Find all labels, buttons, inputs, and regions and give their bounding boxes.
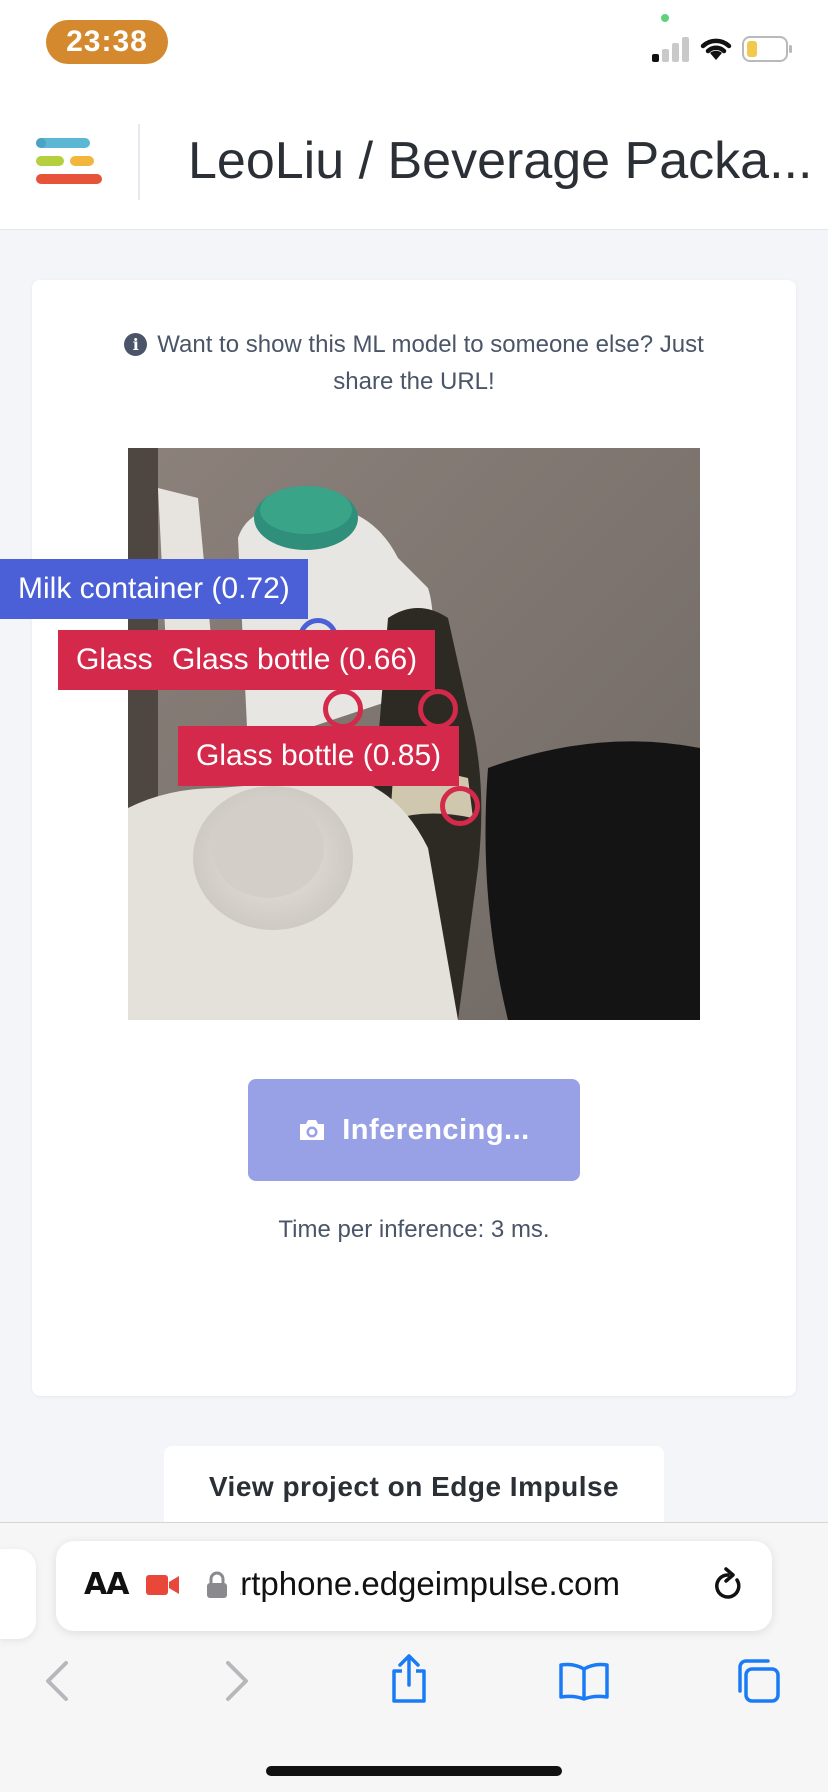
status-bar: 23:38 xyxy=(0,0,828,88)
screen-recording-icon[interactable] xyxy=(146,1574,180,1596)
privacy-indicator-dot xyxy=(661,14,669,22)
edge-impulse-menu-logo-icon[interactable] xyxy=(36,138,104,184)
detection-marker xyxy=(323,689,363,729)
battery-icon xyxy=(742,36,792,62)
page-title: LeoLiu / Beverage Packa... xyxy=(188,132,808,190)
status-time: 23:38 xyxy=(46,20,168,64)
view-project-button[interactable]: View project on Edge Impulse xyxy=(164,1446,664,1526)
inference-button[interactable]: Inferencing... xyxy=(248,1079,580,1181)
detection-label: Glass bottle (0.85) xyxy=(178,726,460,786)
text-size-button[interactable]: AA xyxy=(84,1567,129,1602)
lock-icon xyxy=(207,1571,227,1598)
previous-tab-preview[interactable] xyxy=(0,1549,36,1639)
reload-icon[interactable] xyxy=(710,1565,746,1605)
url-field[interactable]: smartphone.edgeimpulse.com xyxy=(240,1565,620,1603)
app-header: LeoLiu / Beverage Packa... xyxy=(0,88,828,230)
detection-marker xyxy=(440,786,480,826)
header-divider xyxy=(138,124,140,200)
camera-icon xyxy=(300,1120,325,1140)
home-indicator xyxy=(266,1766,562,1776)
tabs-icon[interactable] xyxy=(734,1657,782,1705)
back-icon[interactable] xyxy=(42,1659,72,1703)
inference-button-label: Inferencing... xyxy=(342,1113,530,1146)
bookmarks-icon[interactable] xyxy=(558,1661,610,1701)
signal-icon xyxy=(652,36,690,62)
inference-time: Time per inference: 3 ms. xyxy=(278,1216,550,1243)
detection-marker xyxy=(418,689,458,729)
detection-label: Glass bottle (0.66) xyxy=(154,630,436,690)
detection-label: Milk container (0.72) xyxy=(0,559,308,619)
share-notice-text: Want to show this ML model to someone el… xyxy=(157,331,704,395)
share-icon[interactable] xyxy=(388,1653,430,1705)
browser-toolbar: AA smartphone.edgeimpulse.com xyxy=(0,1522,828,1792)
main-card: i Want to show this ML model to someone e… xyxy=(32,280,796,1396)
share-notice: i Want to show this ML model to someone e… xyxy=(92,326,736,400)
wifi-icon xyxy=(700,38,732,60)
info-icon: i xyxy=(124,333,148,356)
address-bar[interactable]: AA smartphone.edgeimpulse.com xyxy=(56,1541,772,1631)
text-size-label: AA xyxy=(84,1567,129,1602)
forward-icon[interactable] xyxy=(222,1659,252,1703)
